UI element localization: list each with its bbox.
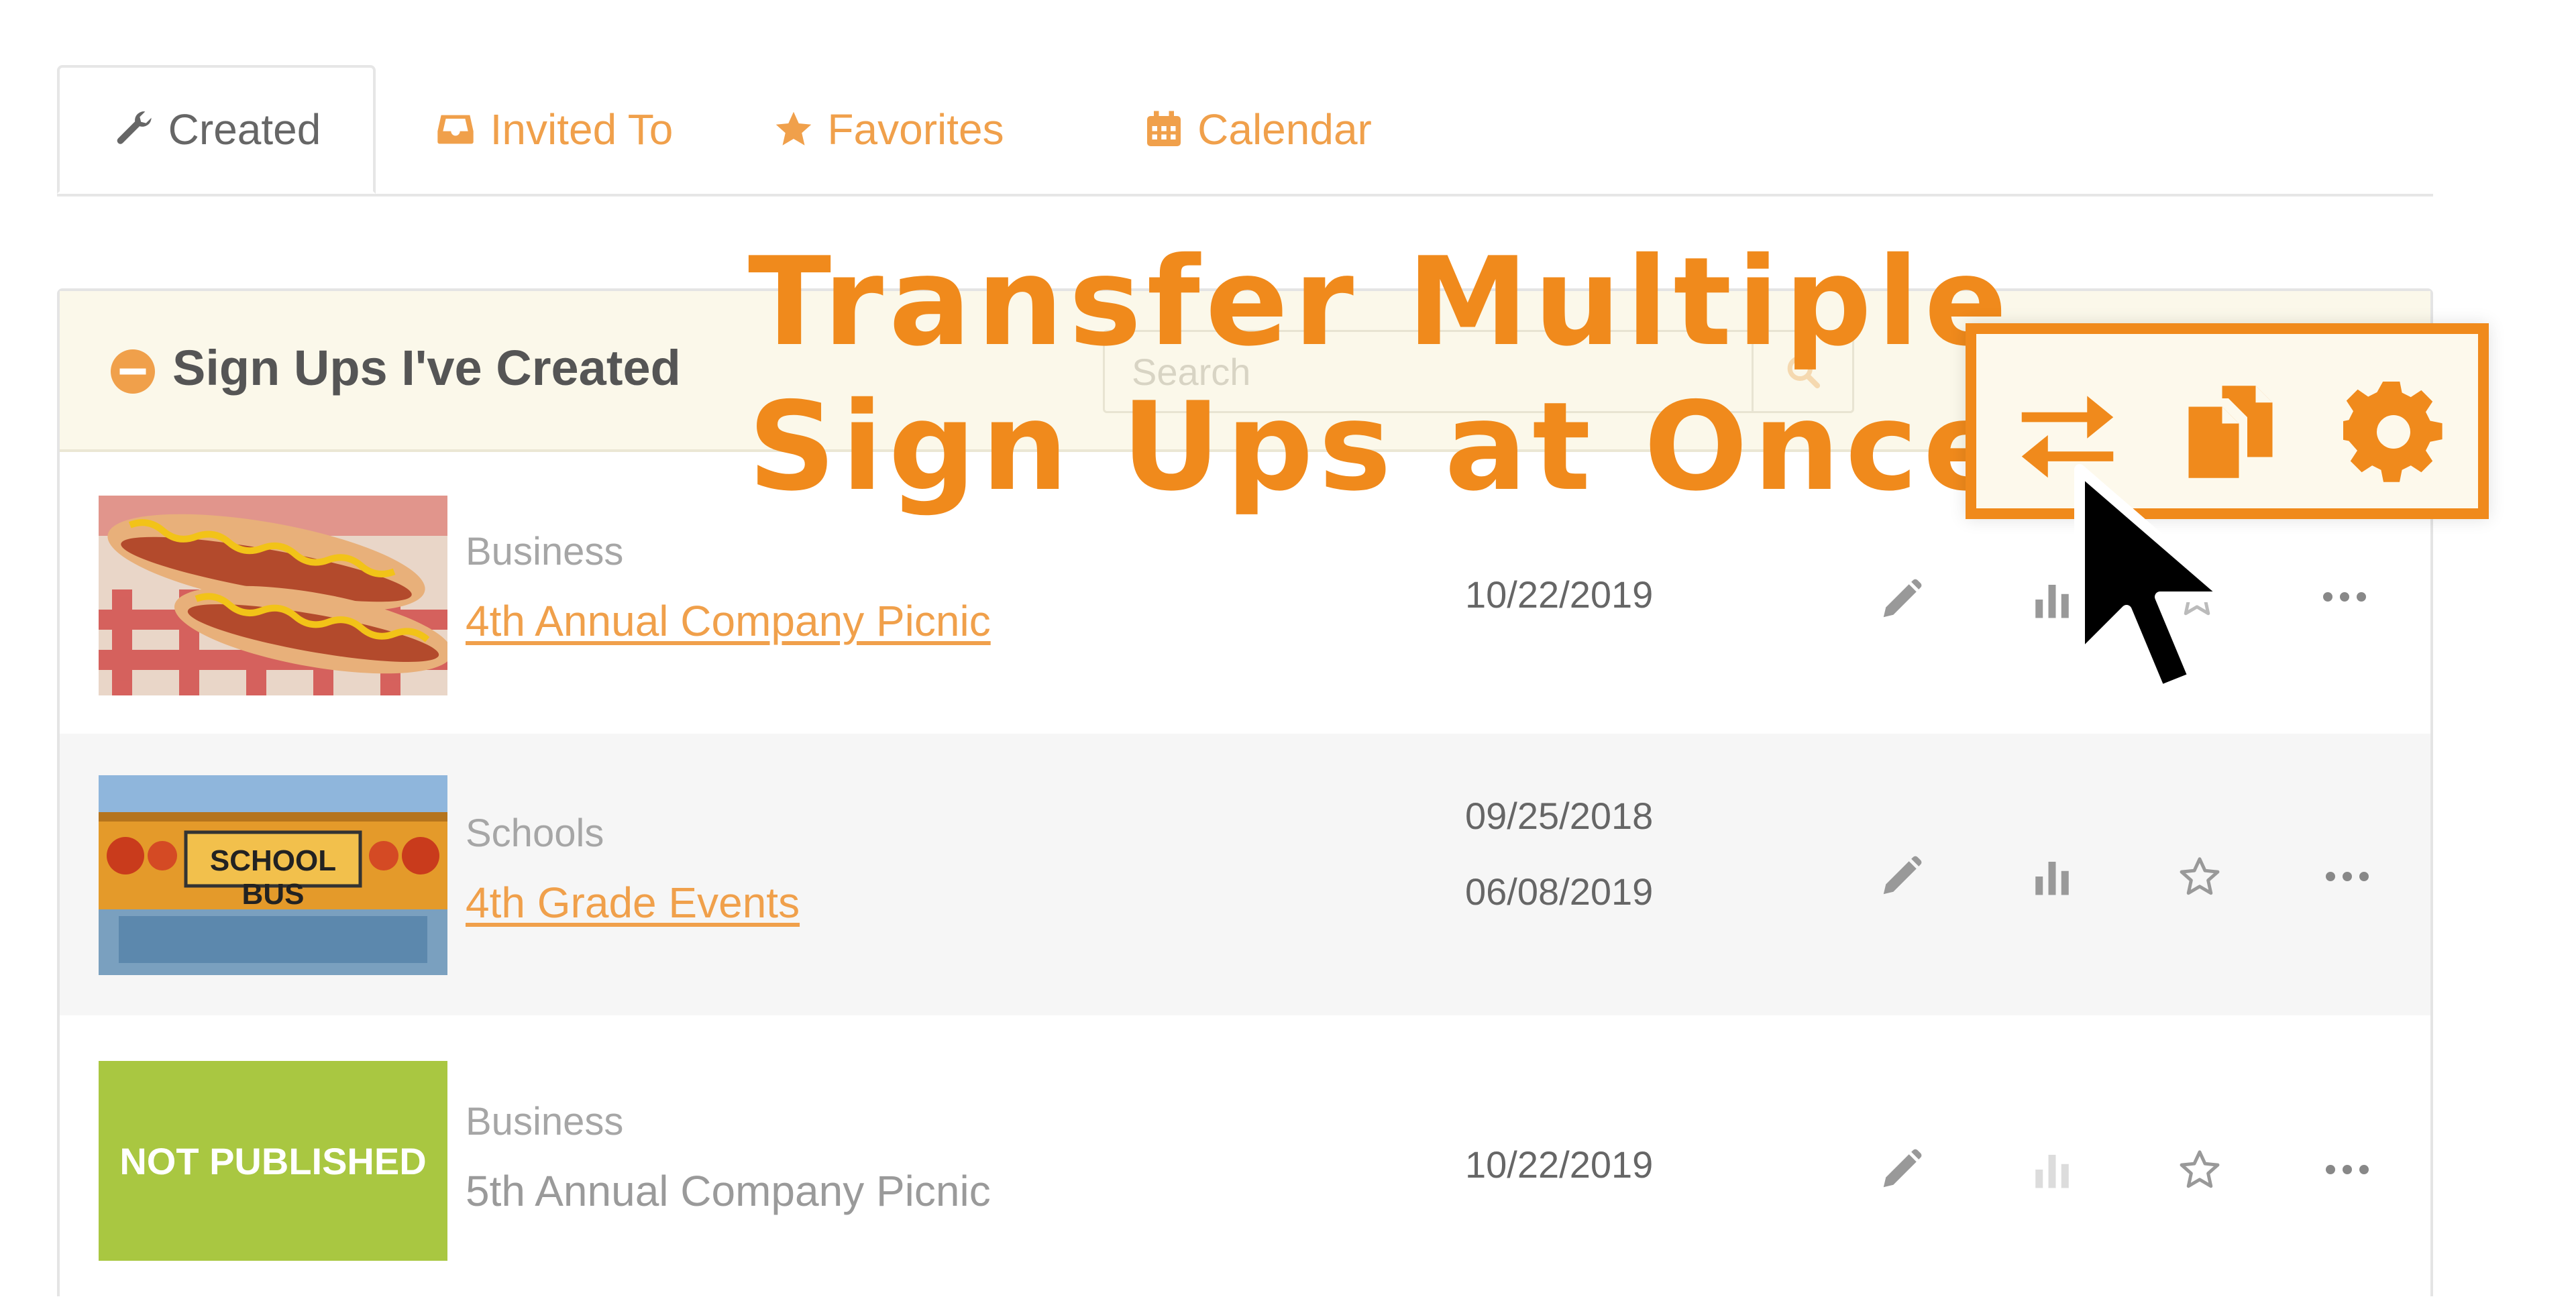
category-label: Business (466, 1100, 624, 1143)
calendar-icon (1147, 111, 1181, 146)
date-label: 10/22/2019 (1465, 1143, 1654, 1186)
not-published-badge: NOT PUBLISHED (99, 1061, 447, 1261)
end-date-label: 06/08/2019 (1465, 870, 1654, 913)
bar-chart-icon (2035, 862, 2069, 895)
tab-label: Invited To (490, 105, 674, 154)
school-bus-sign: SCHOOL BUS (209, 844, 337, 911)
date-label: 10/22/2019 (1465, 573, 1654, 616)
favorite-button[interactable] (2163, 1133, 2237, 1206)
tab-created[interactable]: Created (57, 65, 376, 194)
promo-line-2: Sign Ups at Once (748, 376, 2012, 518)
school-bus-thumbnail[interactable]: SCHOOL BUS (99, 775, 447, 975)
inbox-icon (437, 115, 474, 144)
signup-title[interactable]: 5th Annual Company Picnic (466, 1166, 991, 1216)
mouse-cursor-icon (2074, 464, 2233, 696)
promo-line-1: Transfer Multiple (748, 231, 2012, 373)
favorite-button[interactable] (2163, 840, 2237, 913)
tab-label: Favorites (827, 105, 1004, 154)
hot-dog-thumbnail[interactable] (99, 496, 447, 695)
hot-dog-photo (99, 496, 447, 695)
gear-icon (2343, 382, 2443, 482)
pencil-icon (1883, 1149, 1922, 1188)
list-item: SCHOOL BUS Schools 4th Grade Events 09/2… (60, 734, 2430, 1015)
settings-button[interactable] (2337, 376, 2450, 488)
promo-headline: Transfer Multiple Sign Ups at Once (748, 229, 2012, 519)
category-label: Business (466, 530, 624, 573)
reports-button-disabled (2015, 1133, 2089, 1206)
star-icon (776, 111, 812, 146)
bar-chart-icon (2035, 1155, 2069, 1188)
tab-label: Calendar (1197, 105, 1372, 154)
tab-favorites[interactable]: Favorites (741, 65, 1036, 194)
start-date-label: 09/25/2018 (1465, 795, 1654, 837)
edit-button[interactable] (1864, 1133, 1938, 1206)
ellipsis-icon (2323, 592, 2366, 602)
collapse-icon[interactable] (109, 347, 157, 396)
list-item: NOT PUBLISHED Business 5th Annual Compan… (60, 1015, 2430, 1299)
reports-button[interactable] (2015, 840, 2089, 913)
panel-title: Sign Ups I've Created (172, 340, 681, 396)
tab-invited-to[interactable]: Invited To (406, 65, 701, 194)
more-options-button[interactable] (2308, 560, 2381, 634)
signup-title-link[interactable]: 4th Annual Company Picnic (466, 596, 991, 646)
ellipsis-icon (2326, 872, 2369, 881)
category-label: Schools (466, 811, 604, 855)
pencil-icon (1883, 579, 1922, 618)
more-options-button[interactable] (2310, 1133, 2384, 1206)
tab-calendar[interactable]: Calendar (1110, 65, 1405, 194)
tab-bar: Created Invited To Favorites Calendar (57, 65, 2433, 196)
ellipsis-icon (2326, 1165, 2369, 1174)
tab-label: Created (168, 105, 321, 154)
pencil-icon (1883, 856, 1922, 895)
signup-title-link[interactable]: 4th Grade Events (466, 878, 800, 927)
star-outline-icon (2180, 1150, 2220, 1188)
more-options-button[interactable] (2310, 840, 2384, 913)
edit-button[interactable] (1864, 840, 1938, 913)
edit-button[interactable] (1864, 563, 1938, 636)
star-outline-icon (2180, 857, 2220, 895)
bar-chart-icon (2035, 585, 2069, 618)
wrench-icon (117, 111, 152, 144)
